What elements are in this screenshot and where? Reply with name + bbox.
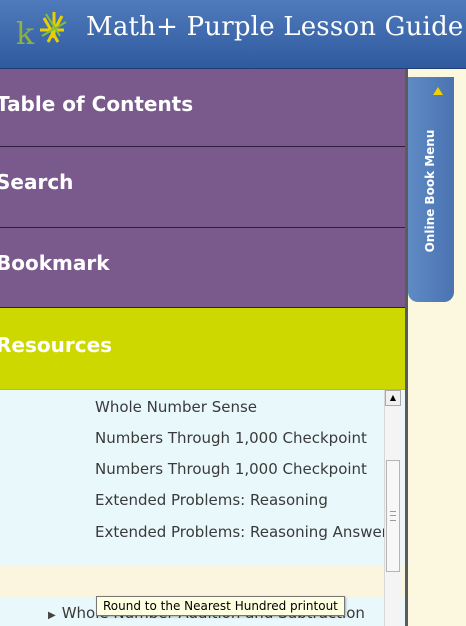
triangle-right-icon: ▶ <box>48 610 56 621</box>
logo-icon: k <box>14 8 78 52</box>
scrollbar-thumb[interactable] <box>386 460 400 572</box>
svg-text:k: k <box>16 17 35 52</box>
tooltip: Round to the Nearest Hundred printout <box>96 596 345 616</box>
menu-item-resources[interactable]: Resources <box>0 308 405 390</box>
online-book-menu-tab[interactable]: Online Book Menu <box>408 77 454 302</box>
grip-icon <box>390 511 396 521</box>
menu-item-label: Resources <box>0 333 113 357</box>
list-item[interactable]: Extended Problems: Reasoning Answer Key <box>95 523 385 551</box>
menu-item-table-of-contents[interactable]: Table of Contents <box>0 69 405 147</box>
scrollbar[interactable]: ▲ <box>384 390 402 626</box>
triangle-up-icon <box>433 87 443 95</box>
menu-item-label: Table of Contents <box>0 92 194 116</box>
sidebar: Table of Contents Search Bookmark Resour… <box>0 69 405 626</box>
app-header: k Math+ Purple Lesson Guide <box>0 0 466 69</box>
hovered-row-highlight <box>0 565 405 597</box>
menu-item-label: Bookmark <box>0 251 110 275</box>
list-item[interactable]: Extended Problems: Reasoning <box>95 491 385 519</box>
app-title: Math+ Purple Lesson Guide <box>86 12 464 42</box>
list-item[interactable]: Numbers Through 1,000 Checkpoint <box>95 429 385 457</box>
list-item[interactable]: Numbers Through 1,000 Checkpoint <box>95 460 385 488</box>
scroll-up-arrow-icon[interactable]: ▲ <box>385 390 401 406</box>
list-item[interactable]: Whole Number Sense <box>95 398 385 426</box>
online-book-menu-label: Online Book Menu <box>423 129 437 253</box>
menu-item-search[interactable]: Search <box>0 147 405 228</box>
menu-item-bookmark[interactable]: Bookmark <box>0 228 405 308</box>
menu-item-label: Search <box>0 170 74 194</box>
